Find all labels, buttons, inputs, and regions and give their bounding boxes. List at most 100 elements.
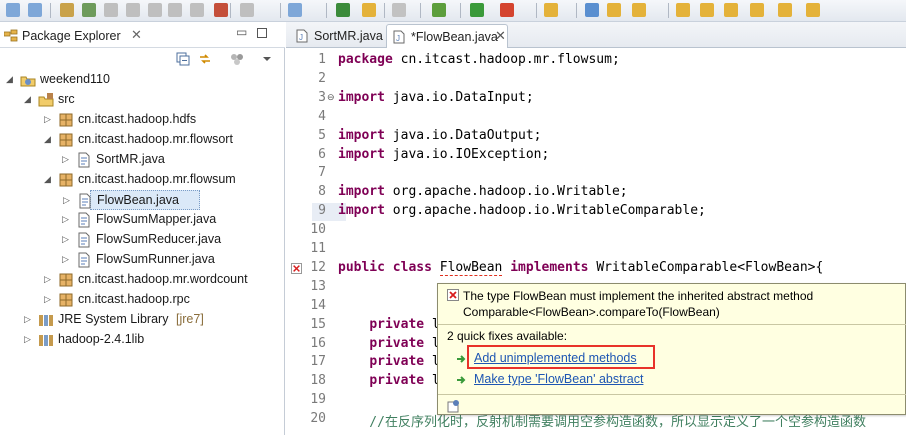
chevron-down-icon[interactable]: [260, 52, 274, 66]
expanded-twisty-icon[interactable]: ◢: [24, 93, 34, 105]
step-icon[interactable]: [288, 3, 302, 17]
package-icon: [58, 172, 74, 188]
editor-tab-sortmr-java[interactable]: J SortMR.java: [290, 24, 384, 48]
edit-icon[interactable]: [632, 3, 646, 17]
search-icon[interactable]: [392, 3, 406, 17]
java-file-icon: J: [393, 30, 405, 44]
collapsed-twisty-icon[interactable]: ▷: [44, 113, 54, 125]
quick-fix-link[interactable]: Make type 'FlowBean' abstract: [474, 372, 643, 386]
debug-icon[interactable]: [432, 3, 446, 17]
stop-icon[interactable]: [500, 3, 514, 17]
back-icon[interactable]: [750, 3, 764, 17]
tree-item-flowsumreducer-java[interactable]: ▷ FlowSumReducer.java: [0, 230, 285, 250]
tree-item-cn-itcast-hadoop-mr-flowsum[interactable]: ◢ cn.itcast.hadoop.mr.flowsum: [0, 170, 285, 190]
collapsed-twisty-icon[interactable]: ▷: [24, 313, 34, 325]
disabled-icon[interactable]: [148, 3, 162, 17]
edit-icon[interactable]: [607, 3, 621, 17]
line-number: 17: [310, 354, 326, 370]
keyword-token: private: [369, 373, 425, 389]
view-menu-icon[interactable]: [230, 52, 244, 66]
search-icon[interactable]: [585, 3, 599, 17]
collapsed-twisty-icon[interactable]: ▷: [44, 273, 54, 285]
expanded-twisty-icon[interactable]: ◢: [6, 73, 16, 85]
package-icon: [58, 272, 74, 288]
quick-fix-item[interactable]: Make type 'FlowBean' abstract: [456, 371, 896, 389]
quick-fix-settings-icon[interactable]: [447, 399, 461, 413]
disabled-icon[interactable]: [168, 3, 182, 17]
annotation-icon[interactable]: [676, 3, 690, 17]
overview-ruler: [286, 48, 296, 435]
line-number: 6: [318, 146, 326, 162]
toolbar-separator: [384, 3, 385, 18]
fold-icon[interactable]: ⊖: [327, 92, 335, 103]
expanded-twisty-icon[interactable]: ◢: [44, 133, 54, 145]
tree-item-cn-itcast-hadoop-rpc[interactable]: ▷ cn.itcast.hadoop.rpc: [0, 290, 285, 310]
code-token: cn.itcast.hadoop.mr.flowsum;: [392, 52, 620, 67]
print-icon[interactable]: [60, 3, 74, 17]
tree-item-cn-itcast-hadoop-mr-wordcount[interactable]: ▷ cn.itcast.hadoop.mr.wordcount: [0, 270, 285, 290]
run-icon[interactable]: [470, 3, 484, 17]
line-number: 1: [318, 52, 326, 67]
tree-item-src[interactable]: ◢ src: [0, 90, 285, 110]
package-explorer-icon: [4, 29, 18, 42]
tree-item-weekend110[interactable]: ◢ weekend110: [0, 70, 285, 90]
forward-icon[interactable]: [778, 3, 792, 17]
line-number: 7: [318, 165, 326, 181]
expanded-twisty-icon[interactable]: ◢: [44, 173, 54, 185]
highlight-icon[interactable]: [362, 3, 376, 17]
problem-text-line1: The type FlowBean must implement the inh…: [463, 289, 814, 303]
tree-item-flowsummapper-java[interactable]: ▷ FlowSumMapper.java: [0, 210, 285, 230]
save-icon[interactable]: [28, 3, 42, 17]
library-icon: [38, 312, 54, 328]
line-number: 5: [318, 127, 326, 143]
svg-text:J: J: [396, 34, 400, 43]
collapsed-twisty-icon[interactable]: ▷: [62, 253, 72, 265]
tree-item-hadoop-2-4-1lib[interactable]: ▷ hadoop-2.4.1lib: [0, 330, 285, 350]
open-type-icon[interactable]: [544, 3, 558, 17]
package-explorer-tab[interactable]: Package Explorer ✕: [2, 24, 150, 48]
line-number: 11: [310, 241, 326, 256]
line-number: 19: [310, 392, 326, 408]
tree-item-sortmr-java[interactable]: ▷ SortMR.java: [0, 150, 285, 170]
error-icon: [447, 289, 459, 301]
tree-item-cn-itcast-hadoop-mr-flowsort[interactable]: ◢ cn.itcast.hadoop.mr.flowsort: [0, 130, 285, 150]
collapsed-twisty-icon[interactable]: ▷: [62, 213, 72, 225]
disabled-icon[interactable]: [190, 3, 204, 17]
collapsed-twisty-icon[interactable]: ▷: [44, 293, 54, 305]
code-token: FlowBean: [439, 259, 503, 276]
main-toolbar: [0, 0, 906, 22]
code-line: private l: [338, 317, 439, 332]
forward-icon[interactable]: [806, 3, 820, 17]
editor-tab-flowbean-java[interactable]: J *FlowBean.java ✕: [386, 24, 508, 48]
disabled-icon[interactable]: [126, 3, 140, 17]
close-icon[interactable]: ✕: [495, 28, 506, 44]
disabled-icon[interactable]: [104, 3, 118, 17]
tree-item-flowbean-java[interactable]: ▷ FlowBean.java: [63, 190, 200, 210]
toolbar-separator: [460, 3, 461, 18]
tree-item-flowsumrunner-java[interactable]: ▷ FlowSumRunner.java: [0, 250, 285, 270]
link-with-editor-icon[interactable]: [198, 52, 212, 66]
error-marker-icon[interactable]: [291, 262, 302, 274]
collapsed-twisty-icon[interactable]: ▷: [63, 194, 73, 206]
tree-item-cn-itcast-hadoop-hdfs[interactable]: ▷ cn.itcast.hadoop.hdfs: [0, 110, 285, 130]
open-icon[interactable]: [82, 3, 96, 17]
close-icon[interactable]: ✕: [131, 27, 142, 43]
java-file-icon: [76, 232, 92, 248]
collapse-all-icon[interactable]: [176, 52, 190, 66]
problem-message: The type FlowBean must implement the inh…: [438, 284, 906, 324]
minimize-icon[interactable]: ▭: [236, 25, 247, 39]
collapsed-twisty-icon[interactable]: ▷: [62, 153, 72, 165]
disabled-icon[interactable]: [240, 3, 254, 17]
tree-item-label: JRE System Library: [58, 312, 169, 326]
back-icon[interactable]: [700, 3, 714, 17]
run-icon[interactable]: [336, 3, 350, 17]
tree-item-jre-system-library[interactable]: ▷ JRE System Library [jre7]: [0, 310, 285, 330]
maximize-icon[interactable]: [257, 28, 267, 38]
collapsed-twisty-icon[interactable]: ▷: [62, 233, 72, 245]
stop-icon[interactable]: [214, 3, 228, 17]
collapsed-twisty-icon[interactable]: ▷: [24, 333, 34, 345]
forward-icon[interactable]: [724, 3, 738, 17]
new-icon[interactable]: [6, 3, 20, 17]
